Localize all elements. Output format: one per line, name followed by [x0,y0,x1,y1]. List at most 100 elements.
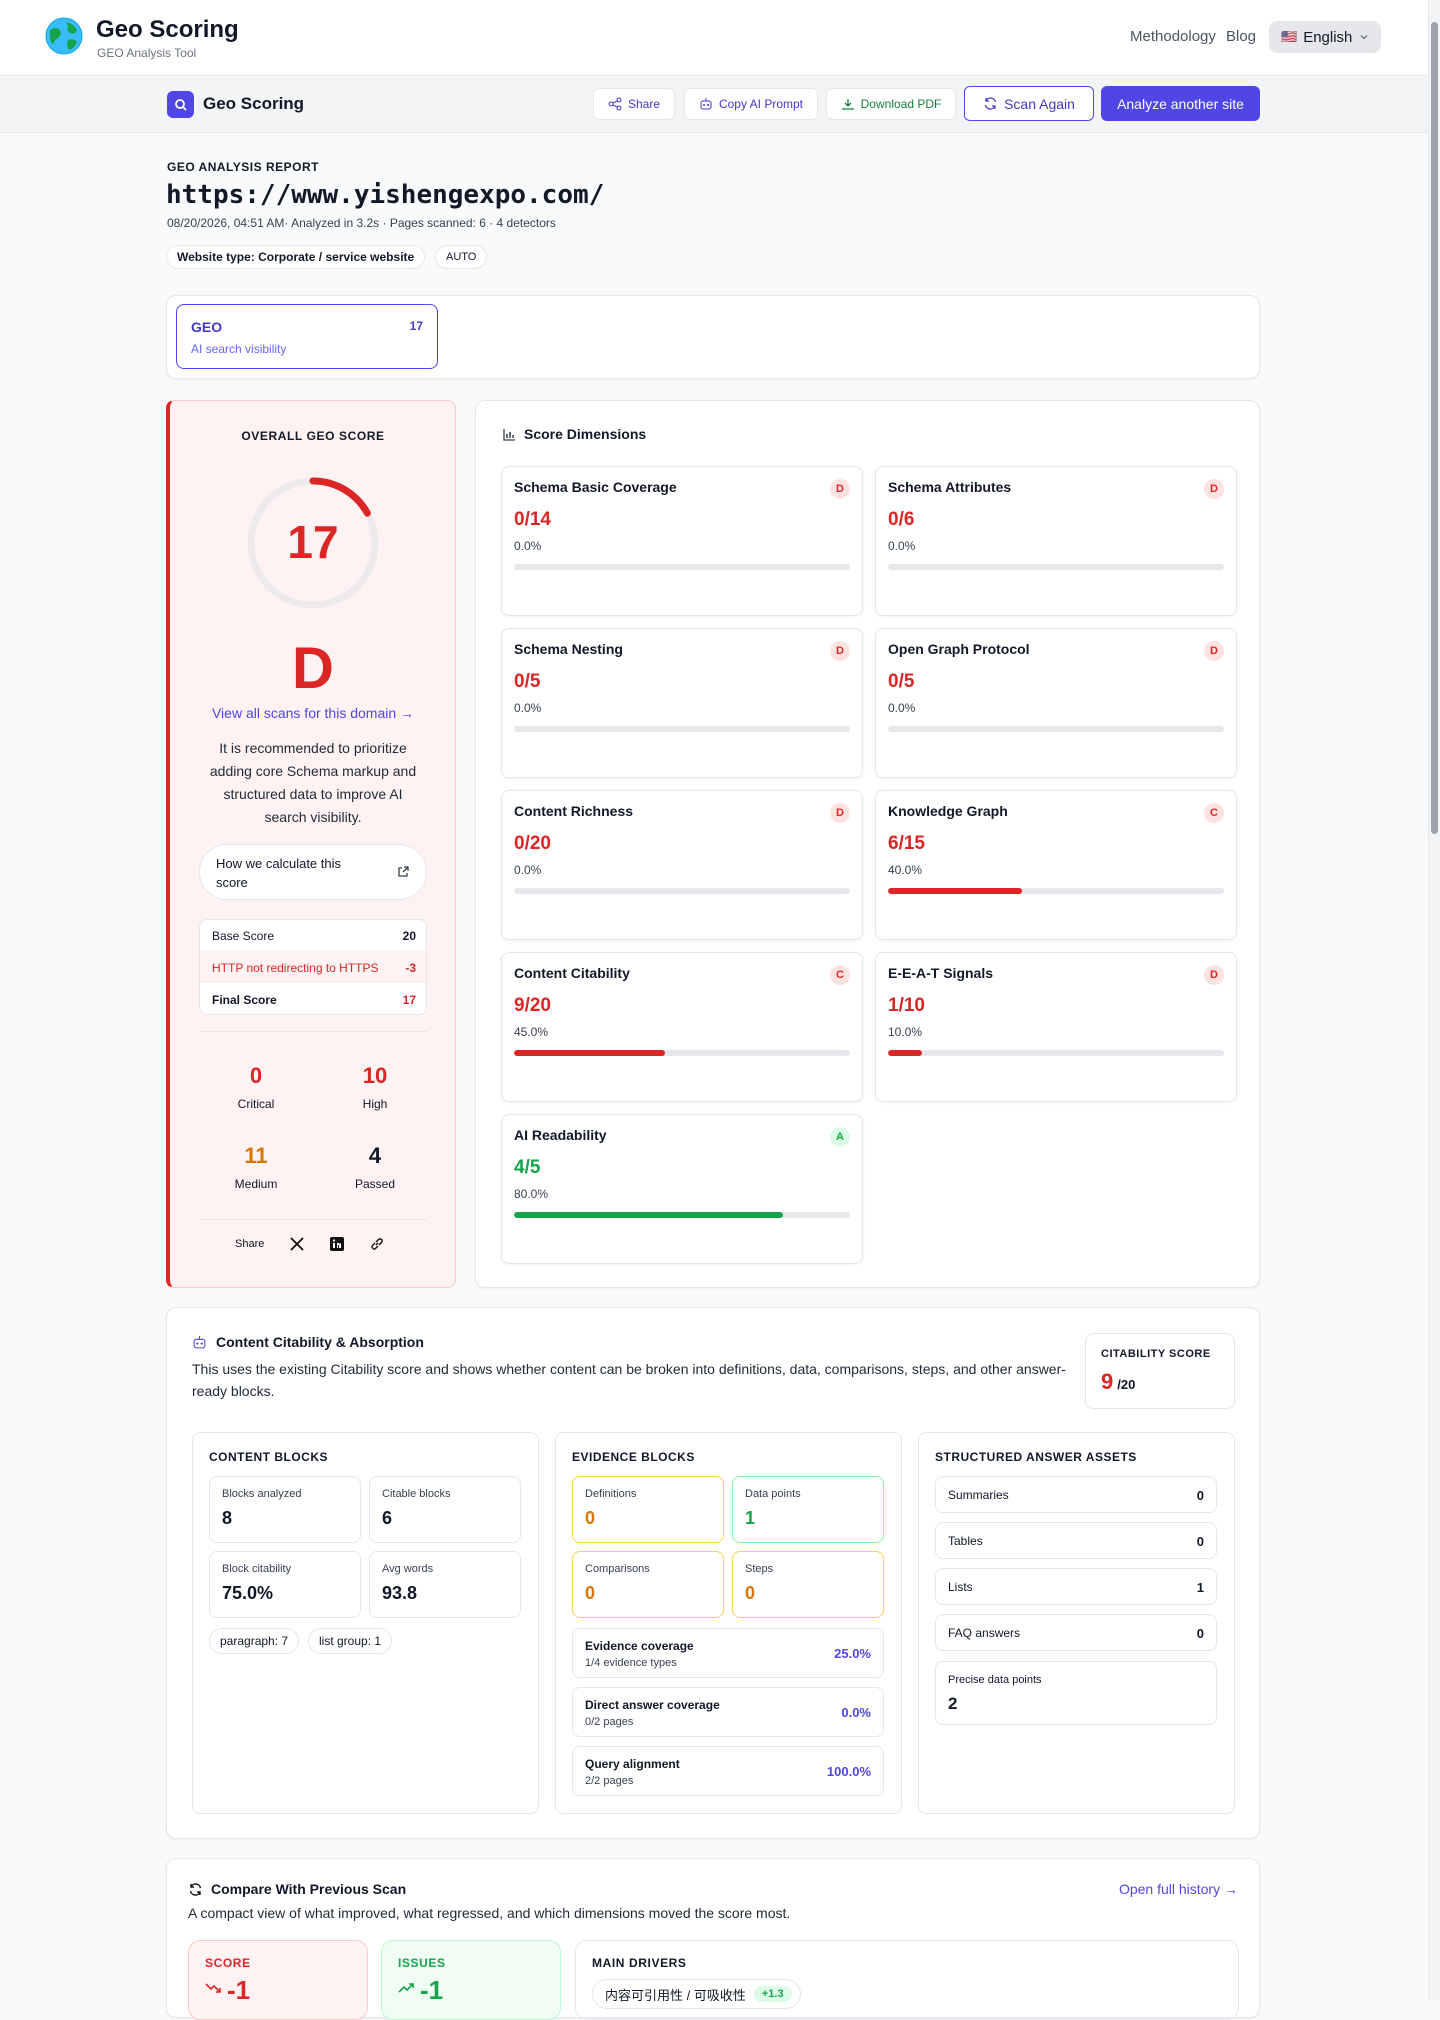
issues-delta-value: -1 [420,1975,444,2005]
globe-icon[interactable] [44,16,84,56]
language-selector[interactable]: 🇺🇸 English [1269,21,1381,53]
refresh-icon [984,97,997,110]
open-full-history-link[interactable]: Open full history → [1119,1881,1238,1897]
tab-geo-score: 17 [409,319,423,333]
divider [199,1031,427,1032]
trending-up-icon [398,1983,414,1993]
score-delta-value: -1 [227,1975,251,2005]
dimension-grade: D [830,803,850,823]
dimension-name: E-E-A-T Signals [888,965,994,981]
dimension-card[interactable]: Schema Nesting D 0/5 0.0% [501,628,863,778]
issue-count-medium: 11 Medium [206,1143,306,1191]
asset-row: FAQ answers 0 [935,1614,1217,1651]
dimension-grade: D [830,479,850,499]
analyze-another-site-button[interactable]: Analyze another site [1101,86,1260,121]
compare-section: Compare With Previous Scan A compact vie… [166,1858,1260,2020]
citability-score-max: /20 [1117,1377,1136,1392]
main-drivers-card: MAIN DRIVERS 内容可引用性 / 可吸收性 +1.3 [575,1940,1239,2020]
driver-chip: 内容可引用性 / 可吸收性 +1.3 [592,1979,801,2009]
stat-value: 8 [222,1508,233,1528]
dimension-card[interactable]: Content Citability C 9/20 45.0% [501,952,863,1102]
precise-data-points-card: Precise data points 2 [935,1661,1217,1725]
app-title[interactable]: Geo Scoring [96,16,239,44]
citability-section: Content Citability & Absorption This use… [166,1307,1260,1839]
linkedin-icon[interactable] [329,1236,345,1252]
copy-link-icon[interactable] [369,1236,385,1252]
scan-again-button[interactable]: Scan Again [964,86,1094,121]
compare-desc: A compact view of what improved, what re… [188,1905,791,1921]
precise-label: Precise data points [948,1674,1042,1686]
dimension-name: Knowledge Graph [888,803,1008,819]
citability-score-label: CITABILITY SCORE [1101,1348,1211,1360]
coverage-value: 100.0% [826,1764,871,1779]
stat-label: Data points [745,1488,801,1500]
block-type-tag: list group: 1 [308,1628,393,1654]
stat-label: Blocks analyzed [222,1488,302,1500]
dimension-progress-bar [514,726,850,732]
high-label: High [362,1097,388,1111]
asset-label: FAQ answers [948,1626,1021,1640]
dimension-grade: C [1204,803,1224,823]
x-twitter-icon[interactable] [289,1236,305,1252]
dimension-grade: C [830,965,850,985]
dimension-card[interactable]: Schema Attributes D 0/6 0.0% [875,466,1237,616]
dimension-card[interactable]: Schema Basic Coverage D 0/14 0.0% [501,466,863,616]
download-icon [841,99,854,110]
dimension-grade: D [1204,965,1224,985]
share-button[interactable]: Share [593,88,675,120]
coverage-label: Query alignment [585,1757,680,1771]
breakdown-value: 20 [402,929,416,943]
driver-name: 内容可引用性 / 可吸收性 [605,1987,746,2003]
dimension-card[interactable]: AI Readability A 4/5 80.0% [501,1114,863,1264]
dimension-progress-bar [514,888,850,894]
content-blocks-title: CONTENT BLOCKS [209,1450,328,1464]
evidence-blocks-panel: EVIDENCE BLOCKS Definitions 0 Data points… [555,1432,902,1814]
evidence-stat-card: Comparisons 0 [572,1551,724,1618]
how-we-calculate-button[interactable]: How we calculate this score [199,844,427,900]
nav-blog[interactable]: Blog [1226,28,1256,45]
dimension-card[interactable]: Knowledge Graph C 6/15 40.0% [875,790,1237,940]
dimension-percent: 0.0% [888,539,916,553]
robot-icon [700,98,712,110]
divider [199,1219,427,1220]
tab-geo[interactable]: GEO 17 AI search visibility [176,304,438,369]
stat-label: Citable blocks [382,1488,451,1500]
view-all-scans-link[interactable]: View all scans for this domain → [170,705,456,721]
coverage-label: Evidence coverage [585,1639,694,1653]
copy-ai-prompt-button[interactable]: Copy AI Prompt [684,88,818,120]
dimension-name: Content Richness [514,803,634,819]
stat-label: Avg words [382,1563,434,1575]
content-blocks-panel: CONTENT BLOCKS Blocks analyzed 8 Citable … [192,1432,539,1814]
dimensions-title: Score Dimensions [524,426,647,442]
evidence-blocks-title: EVIDENCE BLOCKS [572,1450,695,1464]
breakdown-label: Final Score [212,993,277,1007]
stat-label: Definitions [585,1488,637,1500]
dimension-progress-bar [514,564,850,570]
download-pdf-button[interactable]: Download PDF [826,88,956,120]
asset-label: Summaries [948,1488,1009,1502]
robot-icon [193,1336,206,1349]
dimension-score: 0/5 [888,671,915,692]
stat-label: Block citability [222,1563,292,1575]
scrollbar-thumb[interactable] [1431,22,1438,834]
nav-methodology[interactable]: Methodology [1130,28,1216,45]
dimension-score: 0/5 [514,671,541,692]
stat-value: 1 [745,1508,756,1528]
share-label: Share [627,97,661,111]
dimension-score: 1/10 [888,995,925,1016]
dimension-card[interactable]: Content Richness D 0/20 0.0% [501,790,863,940]
page-scrollbar[interactable] [1428,0,1440,2000]
dimension-name: Schema Nesting [514,641,623,657]
stat-value: 75.0% [222,1583,274,1603]
recommendation-text: It is recommended to prioritize adding c… [209,740,417,825]
dimension-percent: 80.0% [514,1187,549,1201]
passed-count: 4 [368,1143,382,1168]
dimension-card[interactable]: E-E-A-T Signals D 1/10 10.0% [875,952,1237,1102]
dimension-card[interactable]: Open Graph Protocol D 0/5 0.0% [875,628,1237,778]
dimension-grade: D [830,641,850,661]
dimension-progress-bar [888,726,1224,732]
asset-label: Lists [948,1580,973,1594]
breakdown-value: -3 [405,961,416,975]
dimension-percent: 0.0% [514,539,542,553]
breakdown-row: Final Score 17 [200,983,426,1014]
